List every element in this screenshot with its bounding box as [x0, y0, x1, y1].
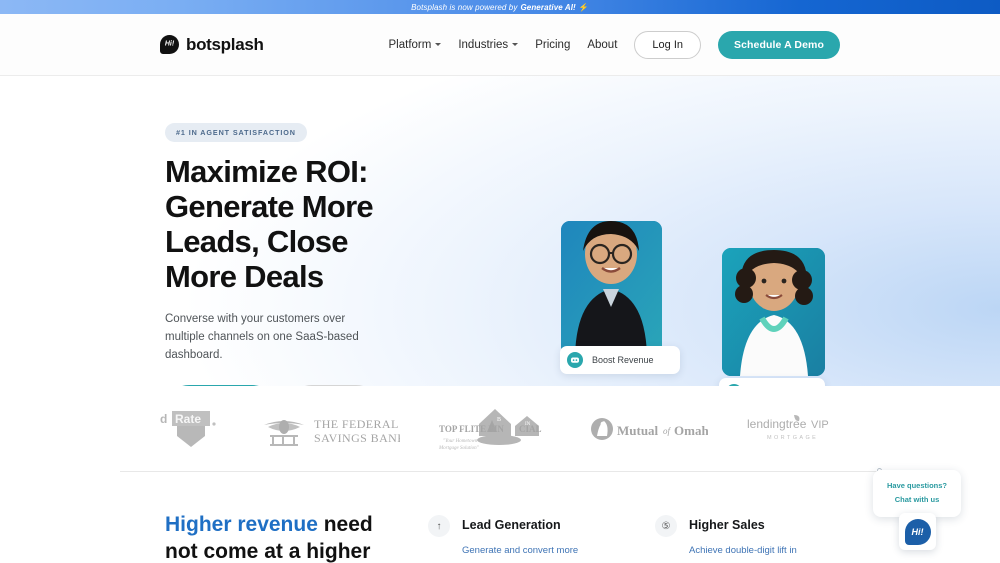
- page-title: Maximize ROI: Generate More Leads, Close…: [165, 154, 380, 294]
- benefit-description: Achieve double-digit lift in: [689, 544, 840, 558]
- chat-fab-text: Hi!: [912, 527, 924, 537]
- botsplash-speech-bubble-icon: Hi!: [160, 35, 179, 54]
- chat-prompt-bubble[interactable]: Have questions? Chat with us: [873, 470, 961, 517]
- nav-label-industries: Industries: [458, 39, 508, 51]
- top-flite-financial-logo: B IN TOP FLITE FIN CIAL "Your Hometown M…: [437, 406, 552, 452]
- announcement-highlight: Generative AI!: [520, 3, 575, 12]
- announcement-banner[interactable]: Botsplash is now powered by Generative A…: [0, 0, 1000, 14]
- svg-text:THE FEDERAL: THE FEDERAL: [314, 417, 399, 431]
- svg-text:Mortgage Solution": Mortgage Solution": [438, 446, 480, 451]
- svg-text:d: d: [160, 412, 167, 426]
- benefit-title: Higher Sales: [689, 515, 765, 532]
- nav-label-about: About: [587, 39, 617, 51]
- partner-logos-strip: d Rate THE FEDERAL SAVINGS BANK B IN: [0, 386, 1000, 471]
- logo-the-federal-savings-bank: THE FEDERAL SAVINGS BANK: [260, 405, 400, 453]
- nav-item-pricing[interactable]: Pricing: [535, 39, 570, 51]
- logo-wordmark: botsplash: [186, 35, 264, 55]
- dollar-coin-icon: ⑤: [655, 515, 677, 537]
- status-badge: #1 IN AGENT SATISFACTION: [165, 123, 307, 142]
- lightning-bolt-icon: ⚡: [579, 3, 589, 12]
- svg-text:SAVINGS BANK: SAVINGS BANK: [314, 431, 400, 445]
- federal-savings-bank-logo: THE FEDERAL SAVINGS BANK: [260, 409, 400, 449]
- logo-guaranteed-rate: d Rate: [160, 405, 222, 453]
- nav-item-industries[interactable]: Industries: [458, 39, 518, 51]
- benefits-list: ↑ Lead Generation Generate and convert m…: [428, 515, 840, 563]
- svg-text:VIP: VIP: [811, 419, 829, 431]
- hero-chip-cut-costs[interactable]: Cut Costs: [719, 378, 825, 386]
- lendingtree-vip-logo: lendingtree VIP MORTGAGE: [745, 414, 840, 444]
- chat-prompt-line-1: Have questions?: [881, 479, 953, 493]
- schedule-demo-header-button[interactable]: Schedule A Demo: [718, 31, 840, 59]
- logo-mutual-of-omaha: Mutual of Omaha: [590, 405, 708, 453]
- benefit-lead-generation: ↑ Lead Generation Generate and convert m…: [428, 515, 613, 563]
- benefits-heading-highlight: Higher revenue: [165, 513, 318, 536]
- logo-top-flite-financial: B IN TOP FLITE FIN CIAL "Your Hometown M…: [437, 405, 552, 453]
- svg-text:of: of: [663, 426, 672, 436]
- svg-text:"Your Hometown: "Your Hometown: [443, 439, 478, 444]
- benefit-header: ⑤ Higher Sales: [655, 515, 840, 537]
- svg-text:Rate: Rate: [175, 412, 201, 426]
- chevron-down-icon: [435, 43, 441, 46]
- benefit-description: Generate and convert more: [462, 544, 613, 558]
- site-header: Hi! botsplash Platform Industries Pricin…: [0, 14, 1000, 76]
- chevron-down-icon: [512, 43, 518, 46]
- login-button[interactable]: Log In: [634, 31, 701, 59]
- svg-text:CIAL: CIAL: [519, 424, 542, 434]
- svg-text:B: B: [497, 417, 501, 423]
- svg-text:MORTGAGE: MORTGAGE: [767, 435, 818, 441]
- svg-text:TOP FLITE FIN: TOP FLITE FIN: [439, 424, 504, 434]
- nav-label-pricing: Pricing: [535, 39, 570, 51]
- mutual-of-omaha-logo: Mutual of Omaha: [590, 416, 708, 442]
- hero-portrait-male: [561, 221, 662, 355]
- benefits-heading: Higher revenue need not come at a higher…: [165, 512, 388, 563]
- announcement-text: Botsplash is now powered by: [411, 3, 517, 12]
- benefit-title: Lead Generation: [462, 515, 561, 532]
- logo-lendingtree-vip: lendingtree VIP MORTGAGE: [745, 405, 840, 453]
- svg-text:Mutual: Mutual: [617, 423, 659, 438]
- logo[interactable]: Hi! botsplash: [160, 35, 264, 55]
- chip-label: Boost Revenue: [592, 355, 654, 365]
- hero-copy: #1 IN AGENT SATISFACTION Maximize ROI: G…: [0, 76, 380, 386]
- main-navigation: Platform Industries Pricing About Log In…: [389, 31, 841, 59]
- benefit-header: ↑ Lead Generation: [428, 515, 613, 537]
- nav-label-platform: Platform: [389, 39, 432, 51]
- hero-section: #1 IN AGENT SATISFACTION Maximize ROI: G…: [0, 76, 1000, 386]
- benefit-higher-sales: ⑤ Higher Sales Achieve double-digit lift…: [655, 515, 840, 563]
- logo-mark-text: Hi!: [165, 41, 174, 48]
- portrait-illustration: [722, 248, 825, 376]
- up-arrow-icon: ↑: [428, 515, 450, 537]
- chat-bot-icon: [567, 352, 583, 368]
- chat-prompt-line-2: Chat with us: [881, 493, 953, 507]
- portrait-illustration: [561, 221, 662, 355]
- chat-bubble-icon: Hi!: [905, 519, 931, 545]
- hero-portrait-female: [722, 248, 825, 376]
- chat-launcher-button[interactable]: Hi!: [899, 513, 936, 550]
- hero-chip-boost-revenue[interactable]: Boost Revenue: [560, 346, 680, 374]
- benefits-section: Higher revenue need not come at a higher…: [0, 472, 1000, 563]
- hero-subtext: Converse with your customers over multip…: [165, 311, 380, 364]
- nav-item-about[interactable]: About: [587, 39, 617, 51]
- svg-text:Omaha: Omaha: [674, 423, 708, 438]
- guaranteed-rate-logo: d Rate: [160, 406, 222, 452]
- nav-item-platform[interactable]: Platform: [389, 39, 442, 51]
